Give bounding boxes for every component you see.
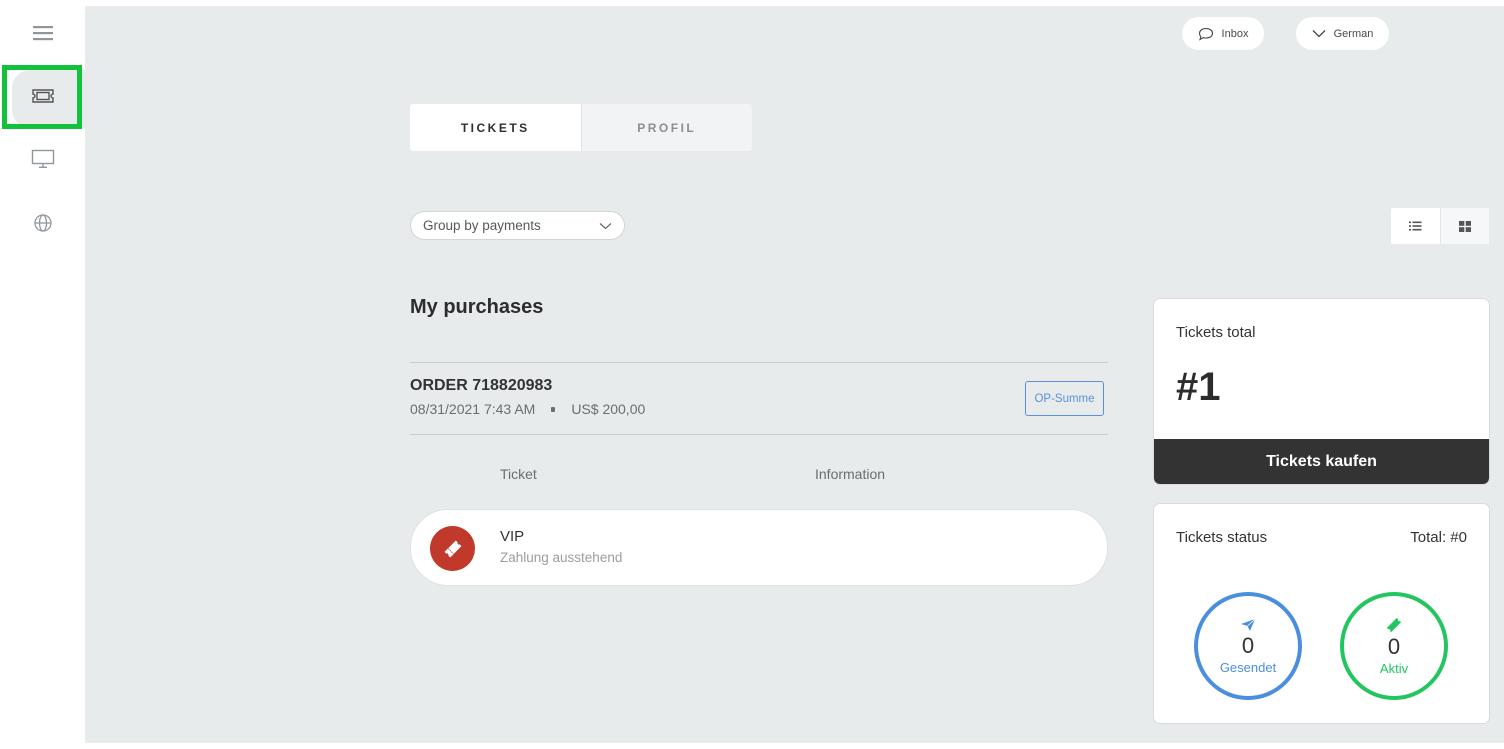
buy-tickets-button[interactable]: Tickets kaufen [1154, 439, 1489, 484]
sidebar-item-screen[interactable] [0, 129, 85, 189]
inbox-label: Inbox [1221, 27, 1249, 40]
tab-bar: TICKETS PROFIL [410, 104, 752, 151]
language-dropdown[interactable]: German [1296, 17, 1389, 50]
order-amount: US$ 200,00 [571, 401, 646, 417]
paper-plane-icon [1241, 618, 1256, 631]
chat-bubble-icon [1198, 27, 1213, 41]
ticket-icon [31, 89, 54, 103]
globe-icon [33, 214, 52, 232]
chevron-down-icon [1312, 30, 1326, 38]
list-view-button[interactable] [1391, 208, 1440, 244]
inbox-button[interactable]: Inbox [1182, 17, 1264, 50]
tab-tickets[interactable]: TICKETS [410, 104, 581, 151]
grid-icon [1458, 220, 1471, 232]
monitor-icon [31, 149, 54, 168]
sidebar [0, 0, 85, 749]
op-summe-button[interactable]: OP-Summe [1025, 381, 1104, 416]
order-title: ORDER 718820983 [410, 377, 553, 394]
tickets-status-total: Total: #0 [1410, 529, 1467, 546]
sent-caption: Gesendet [1219, 659, 1277, 675]
order-header: ORDER 718820983 08/31/2021 7:43 AM US$ 2… [410, 362, 1108, 435]
active-caption: Aktiv [1379, 660, 1409, 676]
sidebar-item-tickets[interactable] [0, 65, 85, 129]
separator-dot [551, 406, 556, 412]
group-by-value: Group by payments [423, 218, 541, 233]
ticket-status: Zahlung ausstehend [500, 550, 623, 565]
sidebar-menu-button[interactable] [0, 3, 85, 63]
tickets-total-card: Tickets total #1 Tickets kaufen [1153, 298, 1490, 485]
sidebar-item-language[interactable] [0, 193, 85, 253]
tickets-status-label: Tickets status [1176, 529, 1268, 546]
page-title: My purchases [410, 296, 544, 318]
main-content: Inbox German TICKETS PROFIL Group by pay… [85, 6, 1504, 743]
column-header-ticket: Ticket [500, 466, 537, 482]
ticket-icon [1386, 617, 1402, 632]
tickets-status-card: Tickets status Total: #0 0 Gesendet 0 Ak… [1153, 503, 1490, 724]
chevron-down-icon [599, 222, 612, 229]
menu-icon [32, 26, 53, 41]
active-count: 0 [1387, 633, 1401, 659]
language-label: German [1333, 27, 1374, 40]
tickets-total-label: Tickets total [1176, 324, 1256, 341]
ticket-name: VIP [500, 528, 525, 545]
column-header-information: Information [815, 466, 886, 482]
tab-profil[interactable]: PROFIL [580, 104, 752, 151]
tickets-total-value: #1 [1176, 365, 1221, 409]
view-toggle [1391, 208, 1489, 244]
sent-counter: 0 Gesendet [1194, 592, 1302, 700]
sent-count: 0 [1241, 632, 1255, 658]
order-meta: 08/31/2021 7:43 AM US$ 200,00 [410, 401, 645, 417]
grid-view-button[interactable] [1439, 208, 1489, 244]
active-counter: 0 Aktiv [1340, 592, 1448, 700]
group-by-select[interactable]: Group by payments [410, 211, 625, 240]
order-datetime: 08/31/2021 7:43 AM [410, 401, 536, 417]
ticket-row[interactable]: VIP Zahlung ausstehend [410, 509, 1108, 586]
list-icon [1408, 221, 1422, 231]
ticket-icon [430, 526, 475, 571]
